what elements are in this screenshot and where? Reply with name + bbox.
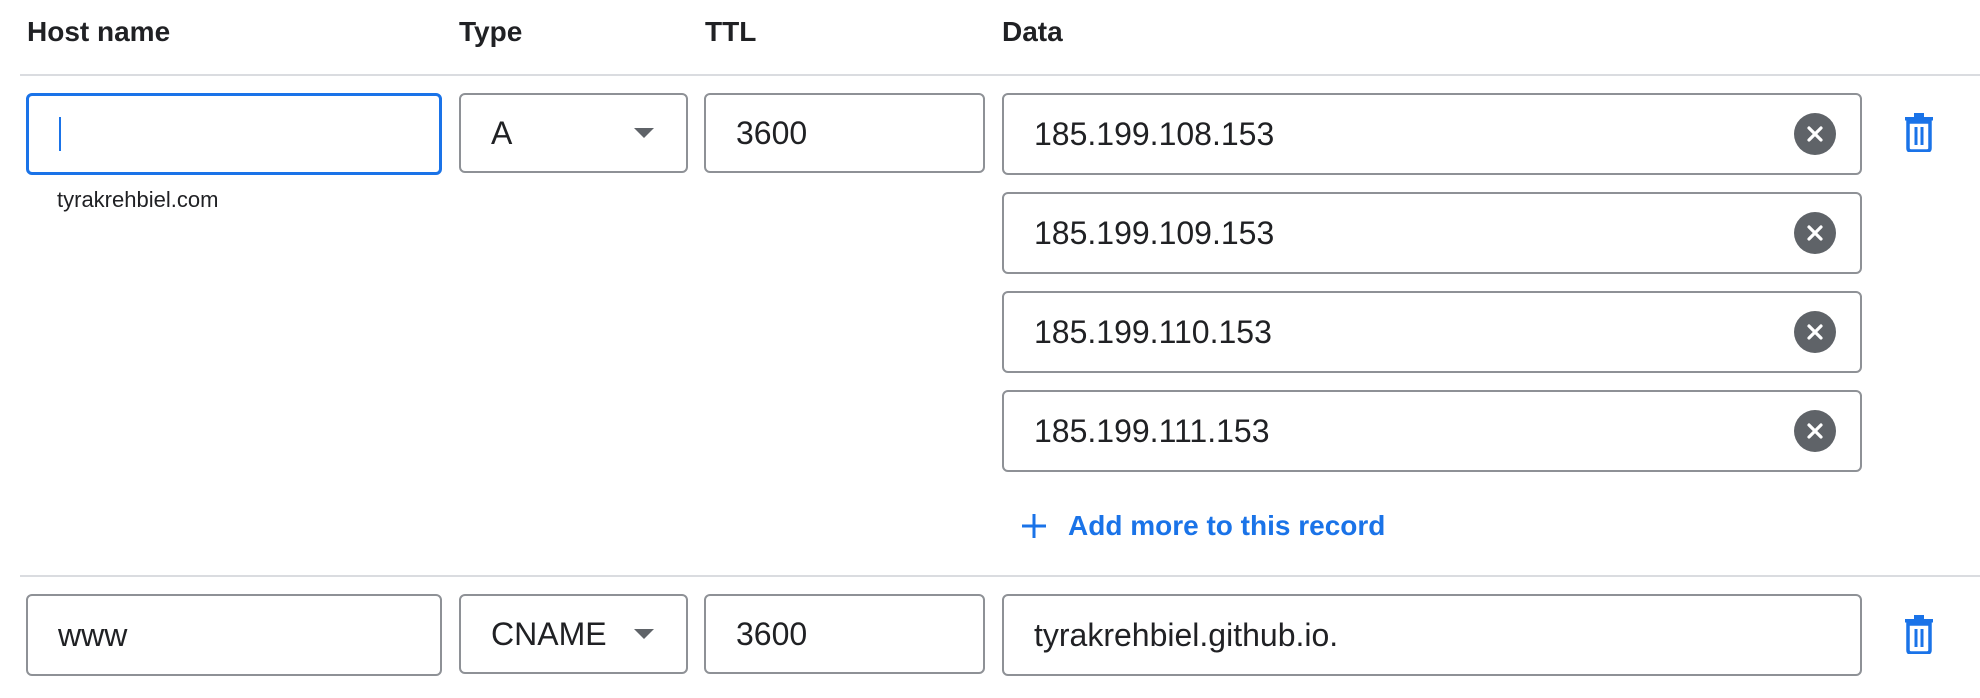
add-more-to-record-button[interactable]: Add more to this record	[1020, 506, 1385, 546]
data-value: 185.199.111.153	[1034, 412, 1270, 449]
data-input[interactable]: 185.199.108.153	[1002, 93, 1862, 175]
host-name-input[interactable]	[26, 93, 442, 175]
close-circle-icon[interactable]	[1794, 410, 1836, 452]
add-more-label: Add more to this record	[1068, 510, 1386, 541]
data-value: tyrakrehbiel.github.io.	[1034, 616, 1339, 653]
data-value: 185.199.109.153	[1034, 214, 1275, 251]
ttl-value: 3600	[736, 615, 808, 652]
chevron-down-icon	[634, 629, 654, 639]
record-type-select[interactable]: A	[459, 93, 688, 173]
ttl-value: 3600	[736, 114, 808, 151]
header-divider	[20, 74, 1980, 76]
column-header-host-name: Host name	[27, 16, 171, 47]
text-caret	[59, 117, 61, 151]
close-circle-icon[interactable]	[1794, 113, 1836, 155]
host-name-hint: tyrakrehbiel.com	[57, 187, 219, 212]
column-header-ttl: TTL	[705, 16, 757, 47]
data-input[interactable]: 185.199.109.153	[1002, 192, 1862, 274]
host-name-input[interactable]: www	[26, 594, 442, 676]
column-header-data: Data	[1002, 16, 1063, 47]
close-circle-icon[interactable]	[1794, 212, 1836, 254]
column-header-type: Type	[459, 16, 523, 47]
data-input[interactable]: 185.199.111.153	[1002, 390, 1862, 472]
plus-icon	[1020, 512, 1048, 540]
data-input[interactable]: tyrakrehbiel.github.io.	[1002, 594, 1862, 676]
trash-icon[interactable]	[1902, 112, 1936, 153]
host-name-value: www	[58, 616, 128, 653]
data-input[interactable]: 185.199.110.153	[1002, 291, 1862, 373]
trash-icon[interactable]	[1902, 614, 1936, 655]
data-value: 185.199.110.153	[1034, 313, 1272, 350]
data-value: 185.199.108.153	[1034, 115, 1275, 152]
close-circle-icon[interactable]	[1794, 311, 1836, 353]
chevron-down-icon	[634, 128, 654, 138]
record-divider	[20, 575, 1980, 577]
ttl-input[interactable]: 3600	[704, 594, 985, 674]
record-type-select[interactable]: CNAME	[459, 594, 688, 674]
record-type-value: A	[491, 114, 513, 151]
record-type-value: CNAME	[491, 615, 607, 652]
ttl-input[interactable]: 3600	[704, 93, 985, 173]
